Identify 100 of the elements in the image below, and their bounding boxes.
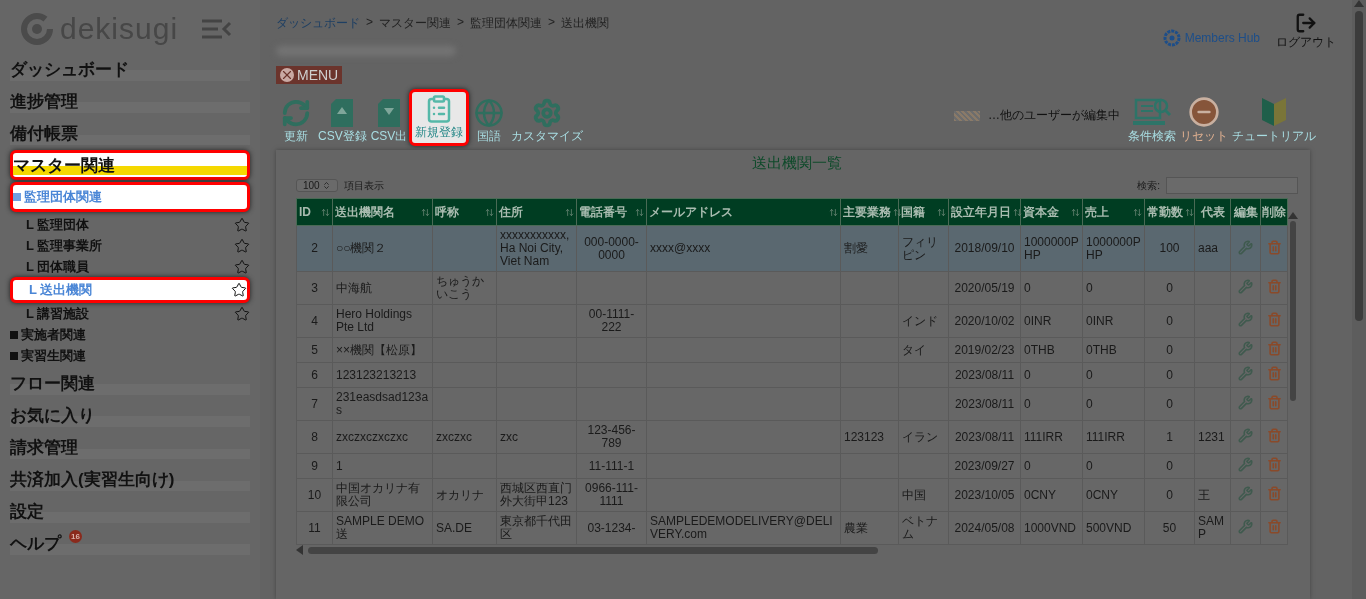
legend-text: …他のユーザーが編集中: [988, 107, 1120, 124]
table-cell: 5: [311, 342, 318, 357]
toolbar-button[interactable]: 条件検索: [1126, 95, 1178, 146]
table-cell: 9: [311, 458, 318, 473]
column-header[interactable]: 資本金: [1020, 198, 1083, 226]
nav-item[interactable]: ヘルプ 16: [10, 528, 250, 558]
logout-button[interactable]: ログアウト: [1276, 12, 1336, 56]
nav-subitem[interactable]: L 送出機関: [10, 277, 250, 303]
toolbar-button[interactable]: カスタマイズ: [509, 97, 586, 146]
trash-icon[interactable]: [1266, 395, 1282, 410]
trash-icon[interactable]: [1266, 279, 1282, 294]
wrench-icon[interactable]: [1238, 279, 1253, 294]
table-cell: SAMP: [1198, 514, 1224, 541]
column-header[interactable]: 常勤数: [1144, 198, 1195, 226]
wrench-icon[interactable]: [1238, 428, 1253, 443]
page-scrollbar[interactable]: [1352, 0, 1366, 599]
nav-subitem[interactable]: L 監理事業所: [10, 235, 250, 256]
breadcrumb-link[interactable]: 監理団体関連: [470, 15, 543, 32]
star-icon[interactable]: [234, 258, 250, 275]
trash-icon[interactable]: [1266, 428, 1282, 443]
column-header[interactable]: ID: [296, 198, 333, 226]
sort-icon: [1185, 207, 1194, 217]
column-header[interactable]: 売上: [1082, 198, 1145, 226]
toolbar-button[interactable]: 更新: [276, 97, 316, 146]
table-cell: 0: [1024, 458, 1031, 473]
table-cell: 中海航: [336, 280, 372, 295]
toolbar-button[interactable]: CSV出: [368, 97, 410, 146]
toolbar-button[interactable]: 新規登録: [409, 89, 470, 146]
star-icon[interactable]: [231, 282, 247, 298]
leaf-mark-icon: [1260, 96, 1288, 128]
column-header: 代表: [1194, 198, 1231, 226]
table-cell: オカリナ: [436, 487, 484, 502]
table-cell: 100: [1159, 241, 1180, 255]
column-header[interactable]: 住所: [496, 198, 577, 226]
column-header[interactable]: 電話番号: [576, 198, 647, 226]
scroll-up-icon[interactable]: [1287, 212, 1298, 219]
scroll-left-icon[interactable]: [296, 545, 304, 555]
toolbar-button[interactable]: リセット: [1178, 95, 1230, 146]
nav-group[interactable]: 監理団体関連: [10, 182, 250, 212]
table-cell: xxxx@xxxx: [650, 241, 711, 255]
table-cell: 中国: [902, 487, 926, 502]
breadcrumb-link[interactable]: 送出機関: [561, 15, 610, 32]
star-icon[interactable]: [234, 216, 250, 233]
wrench-icon[interactable]: [1238, 486, 1253, 501]
column-header[interactable]: 設立年月日: [948, 198, 1021, 226]
minus-circle-icon: [1188, 96, 1220, 128]
table-cell: 000-0000-0000: [584, 234, 639, 262]
wrench-icon[interactable]: [1238, 239, 1253, 255]
wrench-icon[interactable]: [1238, 312, 1253, 327]
table-cell: 500VND: [1086, 520, 1132, 535]
chevrons-icon: [321, 181, 331, 190]
column-header[interactable]: 国籍: [898, 198, 949, 226]
table-cell: 2023/09/27: [954, 458, 1015, 473]
nav-subitem[interactable]: L 講習施設: [10, 303, 250, 324]
sort-icon: [1071, 207, 1080, 217]
wrench-icon[interactable]: [1238, 395, 1253, 410]
trash-icon[interactable]: [1266, 341, 1282, 356]
trash-icon[interactable]: [1266, 312, 1282, 327]
trash-icon[interactable]: [1266, 366, 1282, 381]
trash-icon[interactable]: [1266, 519, 1282, 534]
nav-subitem[interactable]: L 監理団体: [10, 214, 250, 235]
table-cell: 割愛: [844, 241, 868, 255]
star-icon[interactable]: [234, 305, 250, 322]
column-header[interactable]: メールアドレス: [646, 198, 841, 226]
column-header: 削除: [1260, 198, 1288, 226]
nav-group[interactable]: 実施者関連: [10, 324, 250, 345]
menu-button[interactable]: MENU: [276, 66, 343, 84]
wrench-icon[interactable]: [1238, 341, 1253, 356]
wrench-icon[interactable]: [1238, 457, 1253, 472]
breadcrumb-link[interactable]: マスター関連: [379, 15, 451, 32]
sort-icon: [421, 207, 430, 217]
nav-subitem[interactable]: L 団体職員: [10, 256, 250, 277]
column-header[interactable]: 主要業務: [840, 198, 899, 226]
trash-icon[interactable]: [1266, 486, 1282, 501]
table-cell: 0: [1086, 280, 1093, 295]
column-header[interactable]: 送出機関名: [332, 198, 433, 226]
table-cell: 0: [1166, 313, 1173, 328]
trash-icon[interactable]: [1266, 457, 1282, 472]
toolbar-button[interactable]: チュートリアル: [1230, 95, 1318, 146]
table-cell: 2020/10/02: [954, 313, 1015, 328]
scroll-up-icon[interactable]: [1354, 0, 1364, 7]
table-cell: 3: [311, 280, 318, 295]
table-cell: フィリピン: [902, 234, 938, 262]
close-icon: [280, 68, 294, 82]
table-cell: 2023/08/11: [954, 367, 1015, 382]
page-length-label: 項目表示: [343, 178, 384, 193]
toolbar-button[interactable]: 国語: [469, 97, 510, 146]
sort-icon: [321, 207, 330, 217]
trash-icon[interactable]: [1266, 239, 1282, 255]
collapse-menu-icon[interactable]: [200, 18, 232, 40]
page-length-select[interactable]: 100: [296, 179, 338, 192]
star-icon[interactable]: [234, 237, 250, 254]
table-cell: 2023/10/05: [954, 487, 1015, 502]
wrench-icon[interactable]: [1238, 366, 1253, 381]
nav-group[interactable]: 実習生関連: [10, 345, 250, 366]
column-header[interactable]: 呼称: [432, 198, 497, 226]
table-cell: 2019/02/23: [954, 342, 1015, 357]
table-cell: 0966-111-1111: [585, 481, 638, 508]
toolbar-button[interactable]: CSV登録: [316, 97, 369, 146]
wrench-icon[interactable]: [1238, 519, 1253, 534]
